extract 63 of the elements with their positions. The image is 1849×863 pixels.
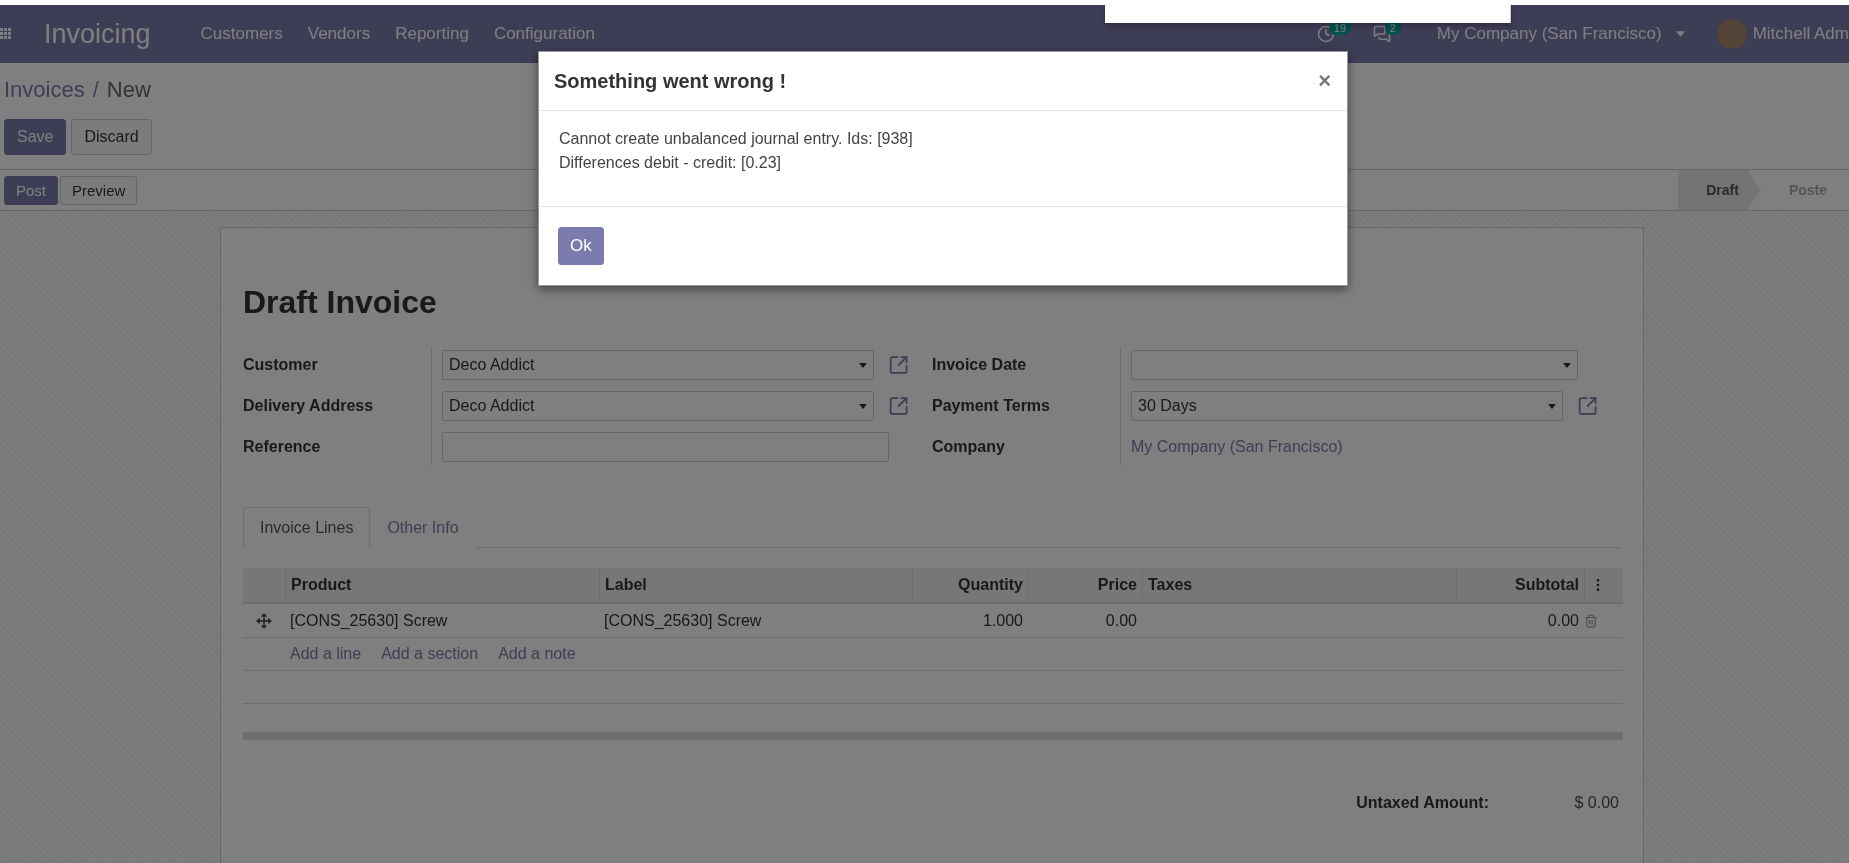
tab[interactable]: Invoice Lines [243, 507, 371, 548]
ok-button[interactable]: Ok [558, 227, 604, 265]
clock-icon[interactable] [1316, 25, 1335, 43]
menu-item[interactable]: Vendors [307, 24, 371, 44]
company-switcher[interactable]: My Company (San Francisco) [1436, 24, 1662, 44]
status-step[interactable]: Draft [1678, 170, 1761, 210]
select-field[interactable]: Deco Addict [442, 350, 874, 380]
menu-item[interactable]: Configuration [493, 24, 595, 44]
breadcrumb-link[interactable]: Invoices [4, 77, 85, 103]
field-value: My Company (San Francisco) [1131, 438, 1343, 456]
field-label: Invoice Date [932, 356, 1028, 374]
drag-handle-icon[interactable] [256, 612, 272, 629]
add-link[interactable]: Add a section [381, 645, 479, 663]
breadcrumb-current: New [106, 77, 151, 103]
field-label: Reference [243, 438, 322, 456]
breadcrumb-separator: / [92, 77, 99, 103]
post-button[interactable]: Post [4, 175, 58, 205]
menu-item[interactable]: Customers [200, 24, 283, 44]
dialog-title: Something went wrong ! [554, 69, 787, 93]
select-field[interactable] [1131, 350, 1578, 380]
table-cell: 0.00 [1456, 604, 1584, 638]
input-field[interactable] [442, 432, 889, 462]
external-link-icon[interactable] [1576, 395, 1598, 417]
table-cell: [CONS_25630] Screw [285, 604, 599, 638]
add-link[interactable]: Add a line [290, 645, 362, 663]
external-link-icon[interactable] [887, 354, 909, 376]
error-message: Differences debit - credit: [0.23] [559, 154, 783, 172]
menu-item[interactable]: Reporting [395, 24, 469, 44]
preview-button[interactable]: Preview [60, 175, 138, 205]
column-header[interactable]: Quantity [912, 568, 1028, 604]
select-field[interactable]: Deco Addict [442, 391, 874, 421]
chat-icon[interactable] [1372, 25, 1391, 43]
save-button[interactable]: Save [4, 119, 67, 155]
error-message: Cannot create unbalanced journal entry. Ids: [938] [559, 130, 914, 148]
column-header[interactable]: Product [285, 568, 599, 604]
caret-icon [858, 403, 867, 409]
column-header[interactable]: Taxes [1142, 568, 1456, 604]
table-cell: 0.00 [1028, 604, 1142, 638]
total-label: Untaxed Amount: [1356, 794, 1489, 812]
field-label: Company [932, 438, 1006, 456]
external-link-icon[interactable] [887, 395, 909, 417]
discard-button[interactable]: Discard [71, 119, 152, 155]
total-value: $ 0.00 [1573, 794, 1619, 812]
field-label: Customer [243, 356, 319, 374]
field-label: Delivery Address [243, 397, 375, 415]
field-label: Payment Terms [932, 397, 1051, 415]
table-cell: 1.000 [912, 604, 1028, 638]
trash-icon[interactable] [1584, 613, 1598, 628]
column-header[interactable]: Price [1028, 568, 1142, 604]
user-menu[interactable]: Mitchell Adm [1752, 24, 1849, 44]
invoice-title: Draft Invoice [243, 284, 438, 321]
caret-icon [858, 362, 867, 368]
apps-icon[interactable] [0, 28, 12, 40]
add-link[interactable]: Add a note [498, 645, 576, 663]
app-title: Invoicing [44, 18, 151, 50]
select-field[interactable]: 30 Days [1131, 391, 1563, 421]
caret-icon [1563, 362, 1571, 368]
caret-icon [1547, 403, 1556, 409]
close-button[interactable]: × [1318, 68, 1331, 94]
column-header[interactable]: Subtotal [1456, 568, 1584, 604]
caret-icon [1675, 31, 1685, 37]
column-header[interactable]: Label [599, 568, 912, 604]
table-cell: [CONS_25630] Screw [599, 604, 912, 638]
